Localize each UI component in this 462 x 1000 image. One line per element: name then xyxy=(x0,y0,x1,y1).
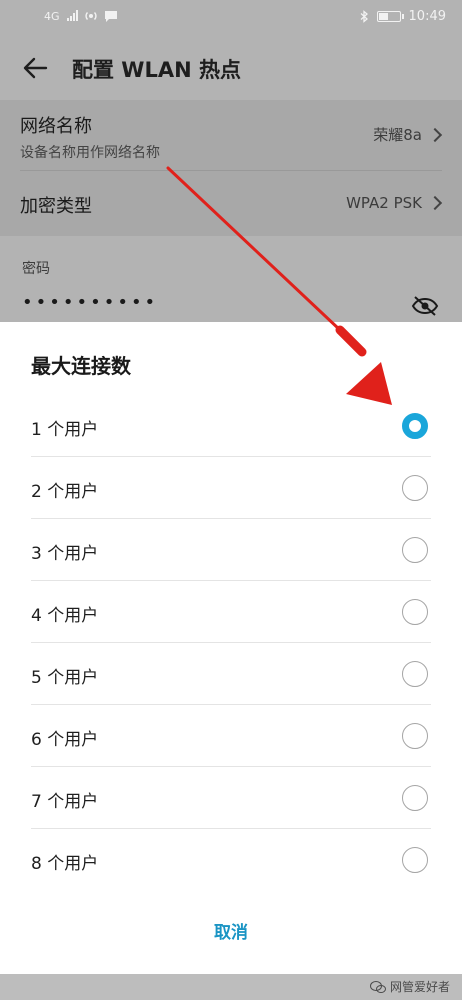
status-right: 10:49 xyxy=(360,9,446,24)
password-field[interactable]: •••••••••• xyxy=(22,292,158,313)
option-5-users[interactable]: 5 个用户 xyxy=(0,643,462,705)
radio-unselected-icon[interactable] xyxy=(402,661,428,687)
option-4-users[interactable]: 4 个用户 xyxy=(0,581,462,643)
option-label: 2 个用户 xyxy=(31,482,99,502)
network-name-subtitle: 设备名称用作网络名称 xyxy=(20,145,160,161)
watermark: 网管爱好者 xyxy=(369,978,450,995)
message-icon xyxy=(104,10,117,22)
radio-unselected-icon[interactable] xyxy=(402,475,428,501)
option-label: 8 个用户 xyxy=(31,854,99,874)
option-6-users[interactable]: 6 个用户 xyxy=(0,705,462,767)
option-label: 7 个用户 xyxy=(31,792,99,812)
watermark-text: 网管爱好者 xyxy=(389,980,450,994)
option-label: 4 个用户 xyxy=(31,606,99,626)
hotspot-icon xyxy=(84,12,97,20)
radio-selected-icon[interactable] xyxy=(402,413,428,439)
cancel-button[interactable]: 取消 xyxy=(0,918,462,943)
encryption-value: WPA2 PSK xyxy=(346,194,422,212)
status-left: 4G xyxy=(44,9,118,23)
radio-unselected-icon[interactable] xyxy=(402,785,428,811)
radio-unselected-icon[interactable] xyxy=(402,723,428,749)
radio-unselected-icon[interactable] xyxy=(402,537,428,563)
option-1-user[interactable]: 1 个用户 xyxy=(0,395,462,457)
encryption-value-group[interactable]: WPA2 PSK xyxy=(346,194,443,212)
battery-icon xyxy=(376,11,404,22)
option-2-users[interactable]: 2 个用户 xyxy=(0,457,462,519)
signal-icon xyxy=(66,10,78,21)
radio-unselected-icon[interactable] xyxy=(402,599,428,625)
option-label: 6 个用户 xyxy=(31,730,99,750)
chevron-right-icon xyxy=(427,127,443,142)
option-8-users[interactable]: 8 个用户 xyxy=(0,829,462,891)
network-name-value-group[interactable]: 荣耀8a xyxy=(373,124,443,145)
network-type-indicator: 4G xyxy=(44,9,60,23)
row-divider xyxy=(20,170,442,171)
max-connections-dialog: 最大连接数 1 个用户 2 个用户 3 个用户 4 个用户 5 个用户 6 个用… xyxy=(0,322,462,974)
radio-unselected-icon[interactable] xyxy=(402,847,428,873)
bluetooth-icon xyxy=(360,10,368,23)
network-settings-card: 网络名称 设备名称用作网络名称 荣耀8a 加密类型 WPA2 PSK xyxy=(0,100,462,236)
dialog-title: 最大连接数 xyxy=(31,354,131,378)
wechat-icon xyxy=(369,980,386,993)
back-arrow-icon[interactable] xyxy=(20,52,52,84)
option-label: 5 个用户 xyxy=(31,668,99,688)
status-bar: 4G 10:49 xyxy=(0,0,462,36)
network-name-value: 荣耀8a xyxy=(373,126,422,144)
option-7-users[interactable]: 7 个用户 xyxy=(0,767,462,829)
option-label: 3 个用户 xyxy=(31,544,99,564)
eye-hidden-icon[interactable] xyxy=(410,294,440,318)
clock: 10:49 xyxy=(408,9,446,24)
password-label: 密码 xyxy=(22,261,50,277)
page-title: 配置 WLAN 热点 xyxy=(72,58,241,82)
option-3-users[interactable]: 3 个用户 xyxy=(0,519,462,581)
chevron-right-icon xyxy=(427,195,443,211)
option-label: 1 个用户 xyxy=(31,420,99,440)
app-bar: 配置 WLAN 热点 xyxy=(0,36,462,100)
